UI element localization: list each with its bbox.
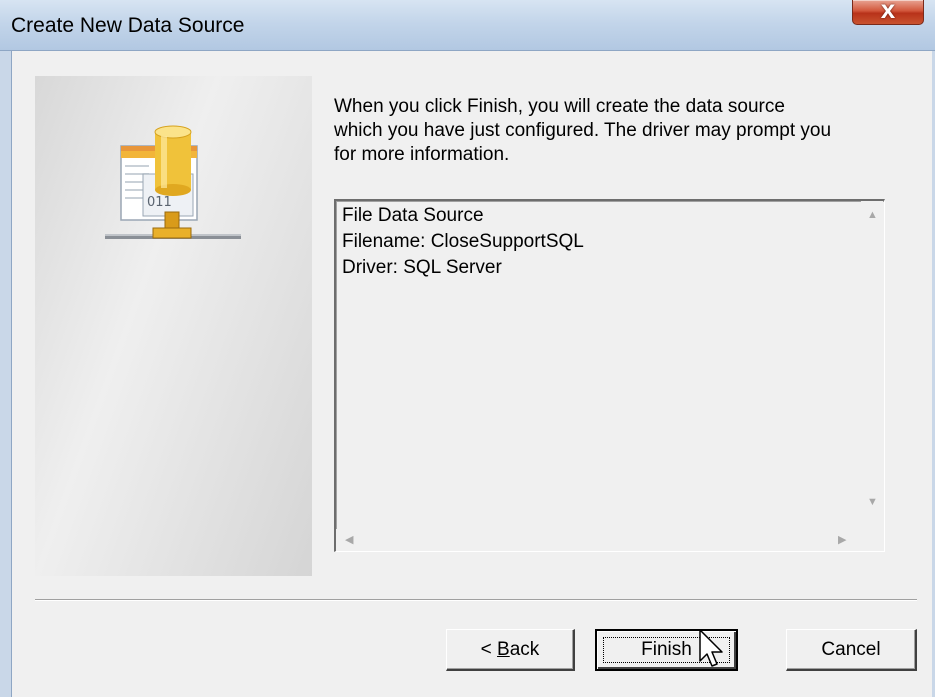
close-button[interactable]: x [852, 0, 924, 25]
button-divider [35, 599, 917, 601]
vertical-scrollbar[interactable]: ▲ ▼ [861, 201, 883, 529]
window-frame-left [0, 51, 12, 697]
back-button-prefix: < [480, 638, 498, 660]
back-button-rest: ack [509, 638, 540, 660]
title-bar[interactable]: Create New Data Source x [0, 0, 935, 51]
cancel-button[interactable]: Cancel [786, 629, 917, 671]
summary-text-box[interactable]: File Data Source Filename: CloseSupportS… [334, 199, 885, 552]
horizontal-scrollbar[interactable]: ◀ ▶ [336, 529, 861, 551]
window-title: Create New Data Source [11, 14, 245, 37]
scroll-down-arrow-icon[interactable]: ▼ [867, 497, 878, 508]
scrollbar-corner [861, 529, 883, 551]
mouse-cursor-icon [699, 629, 723, 667]
dialog-client-area: 011 When you click Finish, you will crea… [12, 51, 932, 697]
summary-line-filename: Filename: CloseSupportSQL [342, 231, 584, 252]
back-button-mnemonic: B [497, 638, 510, 660]
svg-text:011: 011 [147, 195, 172, 210]
data-source-icon: 011 [105, 125, 241, 239]
dialog-window: Create New Data Source x 011 When you cl… [0, 0, 935, 697]
back-button[interactable]: < Back [446, 629, 575, 671]
wizard-side-panel: 011 [35, 76, 312, 576]
scroll-left-arrow-icon[interactable]: ◀ [345, 535, 353, 546]
summary-line-type: File Data Source [342, 205, 484, 226]
scroll-up-arrow-icon[interactable]: ▲ [867, 210, 878, 221]
close-icon: x [880, 0, 896, 24]
scroll-right-arrow-icon[interactable]: ▶ [838, 535, 846, 546]
wizard-description: When you click Finish, you will create t… [334, 96, 832, 165]
cancel-button-label: Cancel [821, 638, 881, 660]
summary-line-driver: Driver: SQL Server [342, 257, 502, 278]
